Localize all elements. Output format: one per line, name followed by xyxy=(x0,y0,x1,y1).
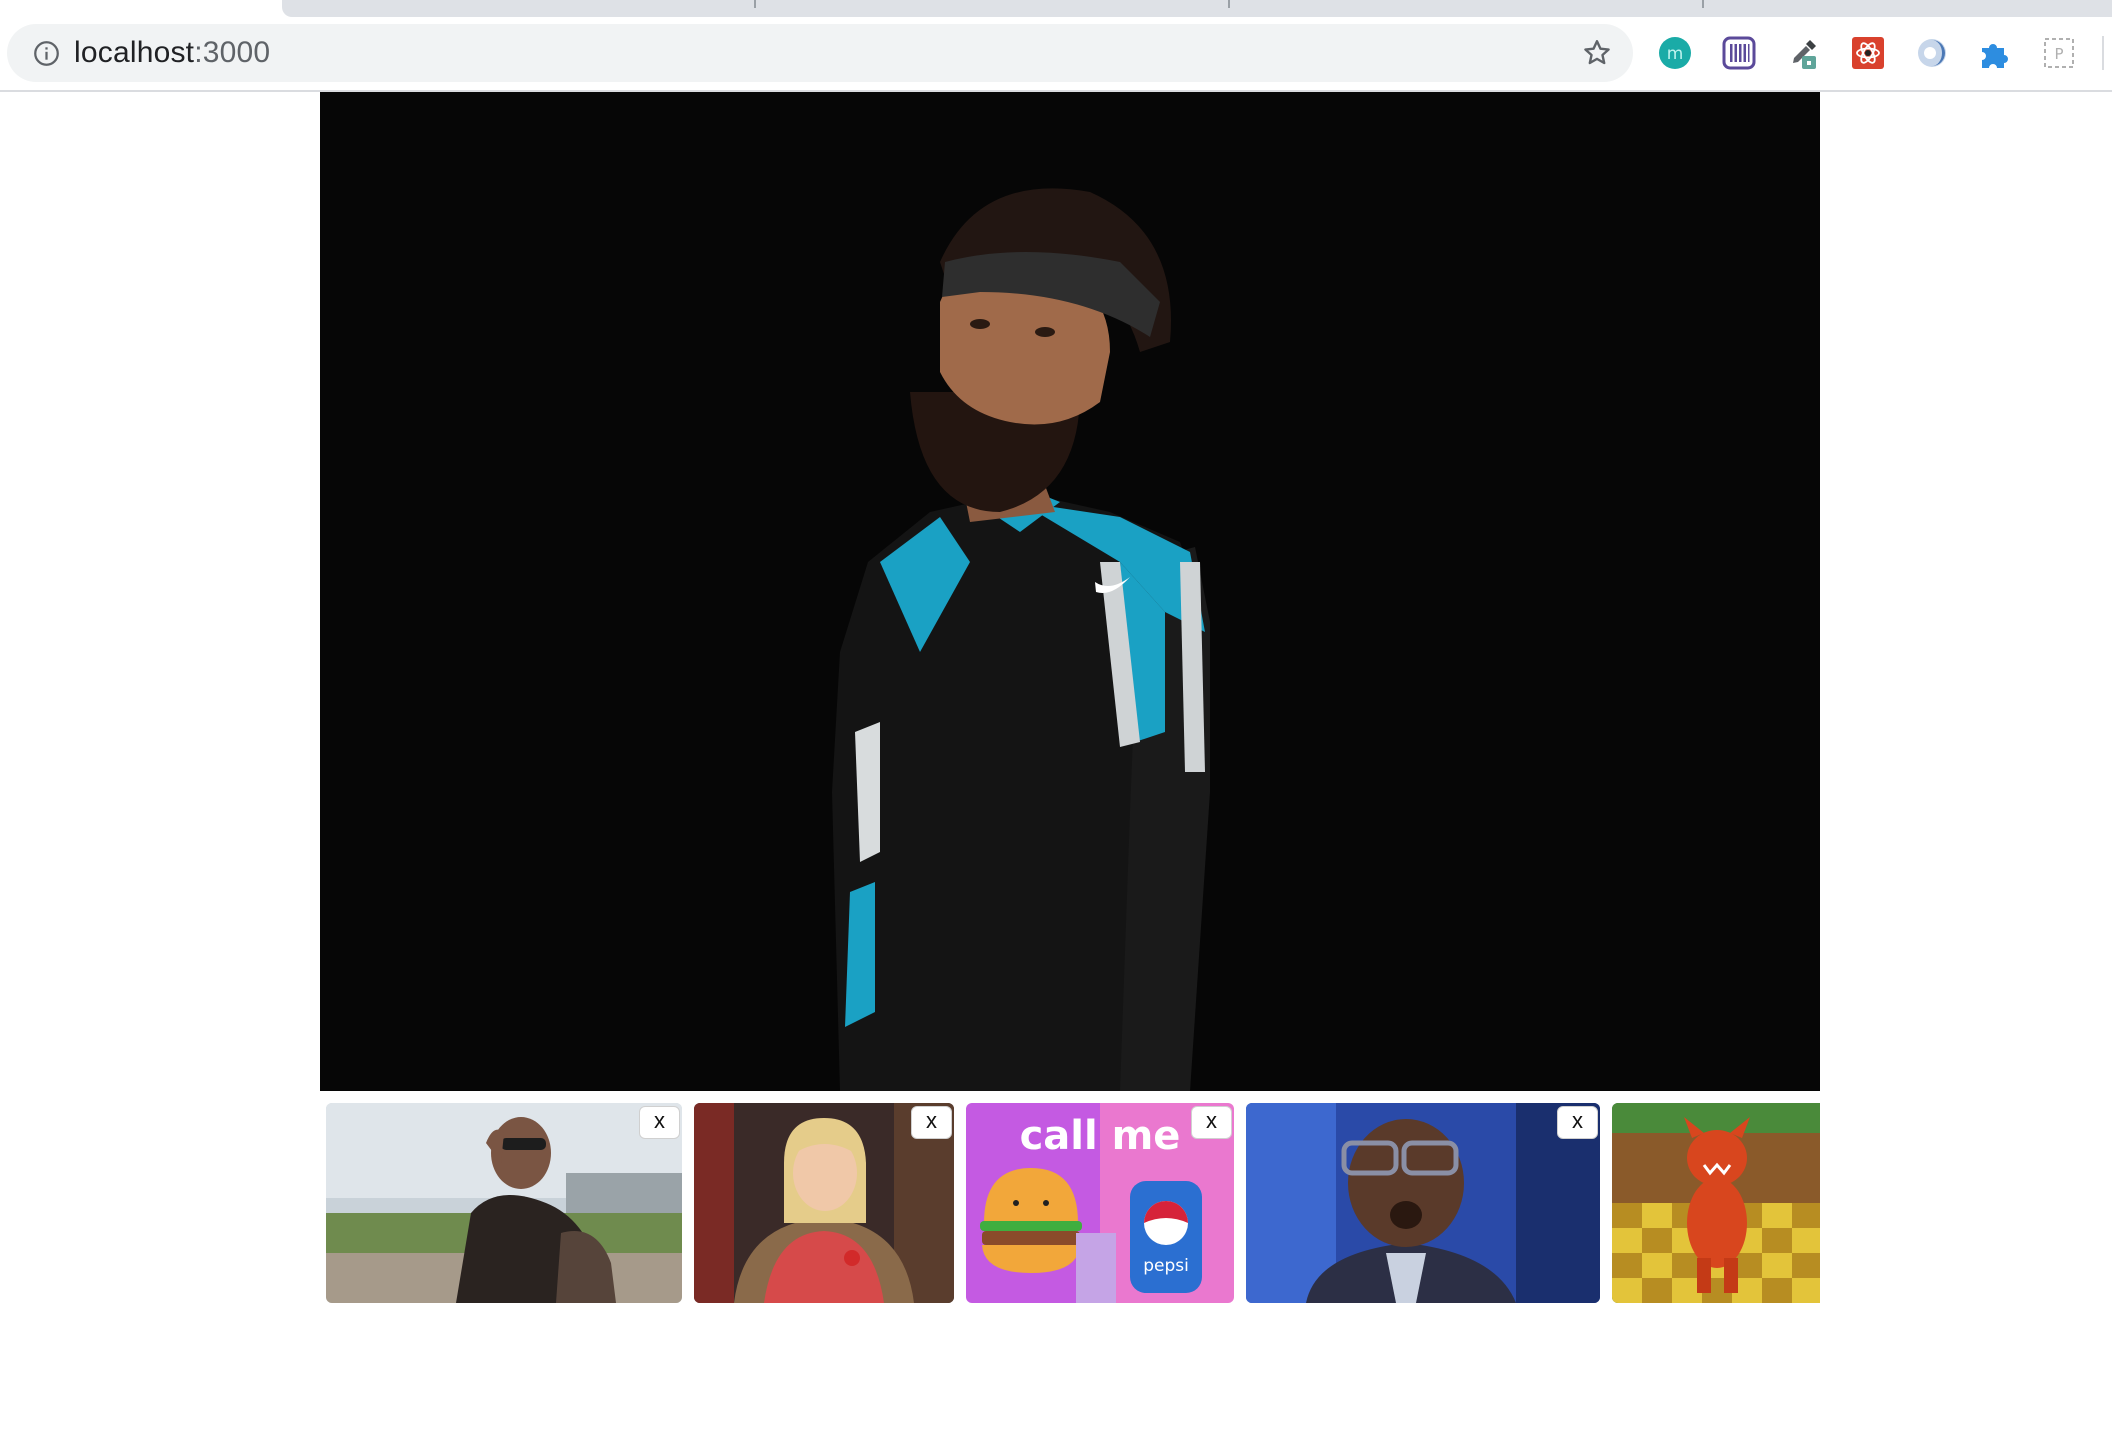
football-player-gif xyxy=(832,188,1210,1091)
man-glasses-surprised-gif xyxy=(1246,1103,1600,1303)
cartoon-dancing-creature-gif xyxy=(1612,1103,1820,1303)
browser-toolbar: localhost:3000 m P xyxy=(0,0,2112,92)
gif-caption: call me xyxy=(1020,1113,1181,1159)
man-sunglasses-gif xyxy=(326,1103,682,1303)
url-port: :3000 xyxy=(194,36,271,69)
thumbnail-2[interactable]: x xyxy=(694,1103,954,1303)
close-button[interactable]: x xyxy=(639,1106,680,1139)
url-host: localhost xyxy=(74,36,195,69)
thumbnail-strip[interactable]: x x call me pepsi x x xyxy=(320,1103,1820,1304)
svg-text:m: m xyxy=(1667,44,1684,64)
address-bar[interactable]: localhost:3000 xyxy=(7,24,1633,82)
tab-separator xyxy=(754,0,756,8)
close-button[interactable]: x xyxy=(1191,1106,1232,1139)
tab-separator xyxy=(1228,0,1230,8)
toolbar-divider xyxy=(2102,36,2104,70)
tab-strip[interactable] xyxy=(282,0,2112,17)
thumbnail-3[interactable]: call me pepsi x xyxy=(966,1103,1234,1303)
svg-text:P: P xyxy=(2054,45,2063,63)
close-button[interactable]: x xyxy=(1557,1106,1598,1139)
close-button[interactable]: x xyxy=(911,1106,952,1139)
can-label: pepsi xyxy=(1143,1256,1189,1276)
teal-m-extension-icon[interactable]: m xyxy=(1658,36,1692,70)
main-gif-viewer[interactable] xyxy=(320,92,1820,1091)
bookmark-star-icon[interactable] xyxy=(1581,37,1613,69)
thumbnail-1[interactable]: x xyxy=(326,1103,682,1303)
info-icon[interactable] xyxy=(33,40,60,67)
puzzle-extension-icon[interactable] xyxy=(1978,36,2012,70)
tab-separator xyxy=(1702,0,1704,8)
url-text[interactable]: localhost:3000 xyxy=(74,37,270,69)
blue-circle-extension-icon[interactable] xyxy=(1915,36,1949,70)
eyedropper-extension-icon[interactable] xyxy=(1786,36,1820,70)
dashed-selection-extension-icon[interactable]: P xyxy=(2042,36,2076,70)
thumbnail-4[interactable]: x xyxy=(1246,1103,1600,1303)
react-devtools-extension-icon[interactable] xyxy=(1851,36,1885,70)
purple-barcode-extension-icon[interactable] xyxy=(1722,36,1756,70)
thumbnail-5[interactable] xyxy=(1612,1103,1820,1303)
